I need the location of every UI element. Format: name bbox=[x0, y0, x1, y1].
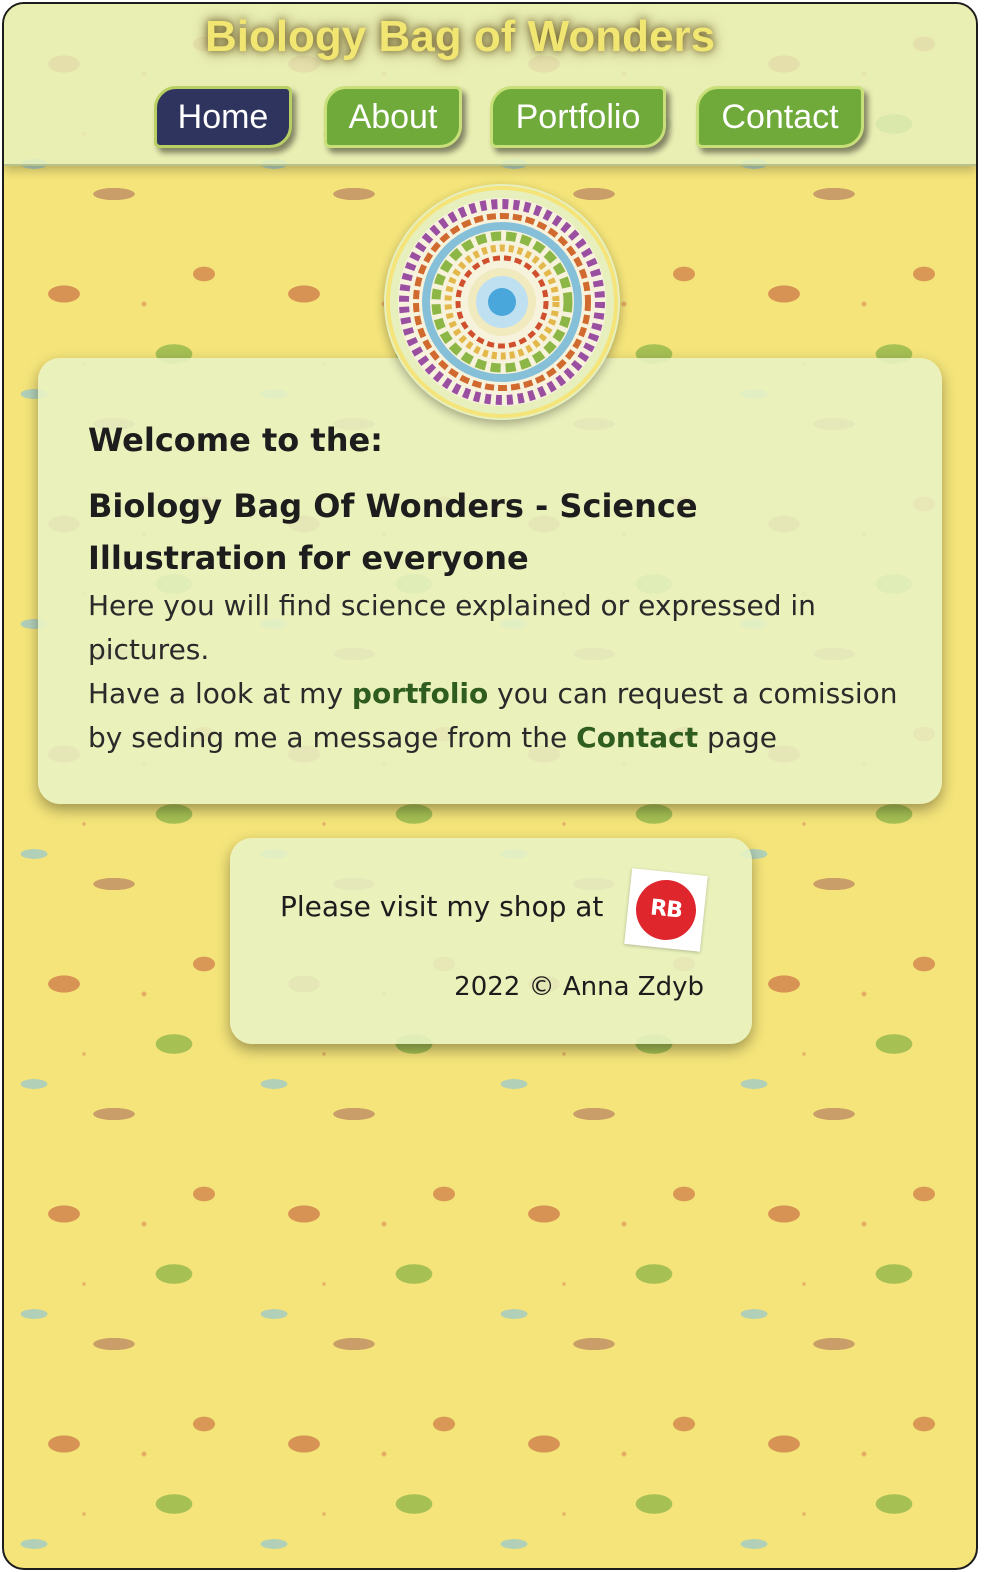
page-frame: Biology Bag of Wonders Home About Portfo… bbox=[2, 2, 978, 1570]
cell-mandala-image bbox=[386, 186, 618, 418]
welcome-card: Welcome to the: Biology Bag Of Wonders -… bbox=[38, 358, 942, 804]
footer-card: Please visit my shop at RB 2022 © Anna Z… bbox=[230, 838, 752, 1044]
p2-text-end: page bbox=[698, 721, 777, 754]
nav-home-button[interactable]: Home bbox=[154, 86, 292, 148]
contact-link[interactable]: Contact bbox=[576, 721, 698, 754]
shop-text: Please visit my shop at bbox=[280, 890, 604, 923]
redbubble-icon: RB bbox=[633, 877, 699, 943]
nav-contact-button[interactable]: Contact bbox=[696, 86, 864, 148]
site-subtitle: Biology Bag Of Wonders - Science Illustr… bbox=[88, 487, 698, 577]
main-nav: Home About Portfolio Contact bbox=[4, 86, 976, 148]
welcome-heading: Welcome to the: bbox=[88, 421, 383, 459]
cell-mandala-logo bbox=[384, 184, 620, 420]
site-header: Biology Bag of Wonders Home About Portfo… bbox=[4, 4, 976, 166]
copyright-text: 2022 © Anna Zdyb bbox=[454, 972, 704, 1002]
redbubble-shop-link[interactable]: RB bbox=[624, 868, 708, 952]
nav-portfolio-button[interactable]: Portfolio bbox=[490, 86, 666, 148]
nav-about-button[interactable]: About bbox=[324, 86, 462, 148]
site-title: Biology Bag of Wonders bbox=[204, 12, 716, 61]
portfolio-paragraph: Have a look at my portfolio you can requ… bbox=[88, 672, 908, 760]
portfolio-link[interactable]: portfolio bbox=[352, 677, 488, 710]
p2-text-start: Have a look at my bbox=[88, 677, 352, 710]
intro-paragraph: Here you will find science explained or … bbox=[88, 589, 816, 666]
welcome-content: Welcome to the: Biology Bag Of Wonders -… bbox=[88, 418, 908, 760]
